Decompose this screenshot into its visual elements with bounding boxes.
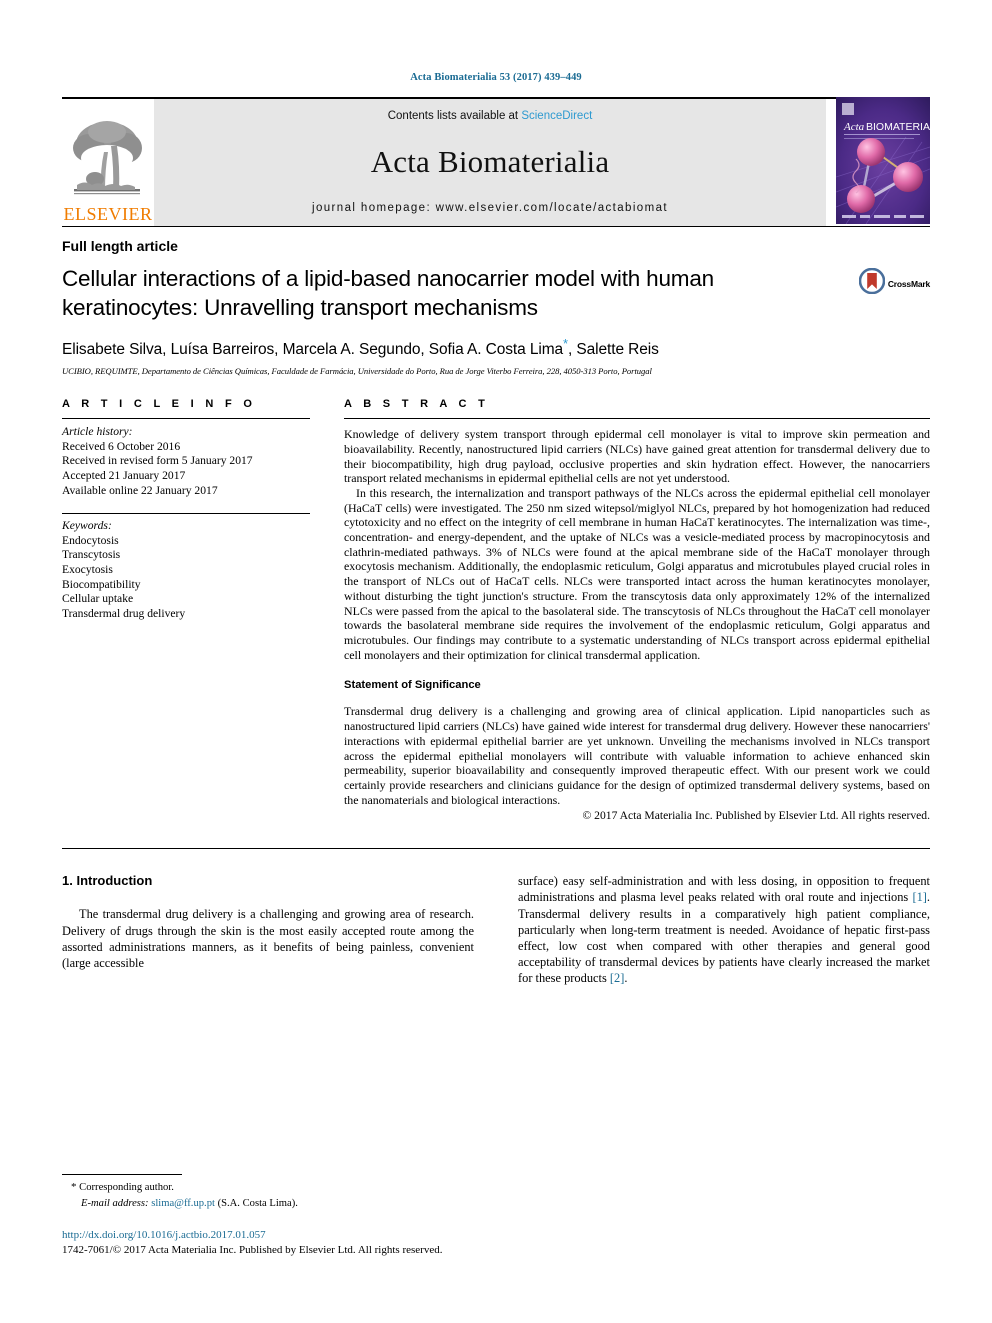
abstract-column: A B S T R A C T Knowledge of delivery sy… <box>344 398 930 822</box>
article-info-rule <box>62 418 310 420</box>
footnote-zone: * Corresponding author. E-mail address: … <box>62 1174 472 1257</box>
section-title-introduction: 1. Introduction <box>62 873 153 889</box>
email-link[interactable]: slima@ff.up.pt <box>151 1198 215 1209</box>
corresponding-author-text: Corresponding author. <box>79 1182 174 1193</box>
history-item: Received in revised form 5 January 2017 <box>62 454 253 468</box>
footnote-rule <box>62 1174 182 1175</box>
intro-text-part2: . Transdermal delivery results in a comp… <box>518 890 930 985</box>
keyword-item: Transcytosis <box>62 548 121 562</box>
author-list: Elisabete Silva, Luísa Barreiros, Marcel… <box>62 336 930 359</box>
statement-of-significance-body: Transdermal drug delivery is a challengi… <box>344 704 930 807</box>
keywords-label: Keywords: <box>62 519 112 533</box>
journal-homepage[interactable]: journal homepage: www.elsevier.com/locat… <box>312 202 668 214</box>
journal-cover-thumbnail: Acta BIOMATERIALIA <box>835 96 946 229</box>
email-note: E-mail address: slima@ff.up.pt (S.A. Cos… <box>62 1197 472 1211</box>
email-owner: (S.A. Costa Lima). <box>217 1198 298 1209</box>
intro-paragraph-left: The transdermal drug delivery is a chall… <box>62 907 474 970</box>
keyword-item: Endocytosis <box>62 533 119 547</box>
citation-ref-2[interactable]: [2] <box>610 971 624 985</box>
abstract-rule <box>344 418 930 420</box>
journal-band: Contents lists available at ScienceDirec… <box>154 99 826 226</box>
corresponding-author-note: * Corresponding author. <box>62 1180 472 1195</box>
article-info-heading: A R T I C L E I N F O <box>62 398 257 411</box>
history-item: Received 6 October 2016 <box>62 439 181 453</box>
elsevier-wordmark: ELSEVIER <box>63 204 153 224</box>
journal-title: Acta Biomaterialia <box>370 144 610 179</box>
intro-text-part1: surface) easy self-administration and wi… <box>518 874 930 905</box>
body-column-right: surface) easy self-administration and wi… <box>496 873 930 986</box>
article-info-column: A R T I C L E I N F O Article history: R… <box>62 398 344 822</box>
abstract-heading: A B S T R A C T <box>344 398 490 411</box>
info-abstract-region: A R T I C L E I N F O Article history: R… <box>62 398 930 822</box>
intro-paragraph-right: surface) easy self-administration and wi… <box>518 873 930 986</box>
author-names: Elisabete Silva, Luísa Barreiros, Marcel… <box>62 341 564 359</box>
citation-ref-1[interactable]: [1] <box>912 890 926 904</box>
article-type: Full length article <box>62 238 178 254</box>
crossmark-badge[interactable]: CrossMark <box>858 267 930 299</box>
abstract-body: Knowledge of delivery system transport t… <box>344 427 930 662</box>
history-item: Available online 22 January 2017 <box>62 483 218 497</box>
elsevier-logo: ELSEVIER <box>62 99 154 226</box>
author-names-tail: , Salette Reis <box>568 341 659 359</box>
masthead-bottom-rule <box>62 226 930 227</box>
keywords-rule <box>62 513 310 515</box>
journal-masthead: ELSEVIER Contents lists available at Sci… <box>62 96 946 229</box>
article-history: Article history: Received 6 October 2016… <box>62 425 310 498</box>
corresponding-author-star: * <box>71 1181 77 1193</box>
issn-copyright-line: 1742-7061/© 2017 Acta Materialia Inc. Pu… <box>62 1243 443 1256</box>
contents-available-line: Contents lists available at ScienceDirec… <box>388 110 593 122</box>
article-page: Acta Biomaterialia 53 (2017) 439–449 ELS… <box>0 0 992 1323</box>
doi-link[interactable]: http://dx.doi.org/10.1016/j.actbio.2017.… <box>62 1228 472 1243</box>
abstract-paragraph: In this research, the internalization an… <box>344 485 930 662</box>
svg-text:Acta: Acta <box>843 121 865 133</box>
keyword-item: Cellular uptake <box>62 592 134 606</box>
svg-text:BIOMATERIALIA: BIOMATERIALIA <box>866 121 930 133</box>
body-columns: 1. Introduction The transdermal drug del… <box>62 873 930 986</box>
article-history-label: Article history: <box>62 425 133 439</box>
history-item: Accepted 21 January 2017 <box>62 468 186 482</box>
abstract-paragraph: Knowledge of delivery system transport t… <box>344 427 930 486</box>
statement-of-significance-heading: Statement of Significance <box>344 679 481 692</box>
email-label: E-mail address: <box>81 1198 149 1209</box>
body-column-left: 1. Introduction The transdermal drug del… <box>62 873 496 986</box>
abstract-copyright: © 2017 Acta Materialia Inc. Published by… <box>582 809 930 823</box>
crossmark-label: CrossMark <box>887 278 930 289</box>
affiliation: UCIBIO, REQUIMTE, Departamento de Ciênci… <box>62 366 652 377</box>
crossmark-icon <box>858 267 886 299</box>
title-row: Cellular interactions of a lipid-based n… <box>62 264 930 322</box>
page-title: Cellular interactions of a lipid-based n… <box>62 266 714 320</box>
keyword-item: Exocytosis <box>62 562 113 576</box>
running-head: Acta Biomaterialia 53 (2017) 439–449 <box>410 72 582 83</box>
doi-block: http://dx.doi.org/10.1016/j.actbio.2017.… <box>62 1228 472 1257</box>
intro-text-part3: . <box>624 970 628 985</box>
elsevier-tree-icon <box>71 118 145 204</box>
keyword-item: Transdermal drug delivery <box>62 606 186 620</box>
keywords-block: Keywords: Endocytosis Transcytosis Exocy… <box>62 519 310 621</box>
keyword-item: Biocompatibility <box>62 577 141 591</box>
body-separator-rule <box>62 848 930 850</box>
contents-prefix: Contents lists available at <box>387 110 522 122</box>
sciencedirect-link[interactable]: ScienceDirect <box>521 110 592 122</box>
